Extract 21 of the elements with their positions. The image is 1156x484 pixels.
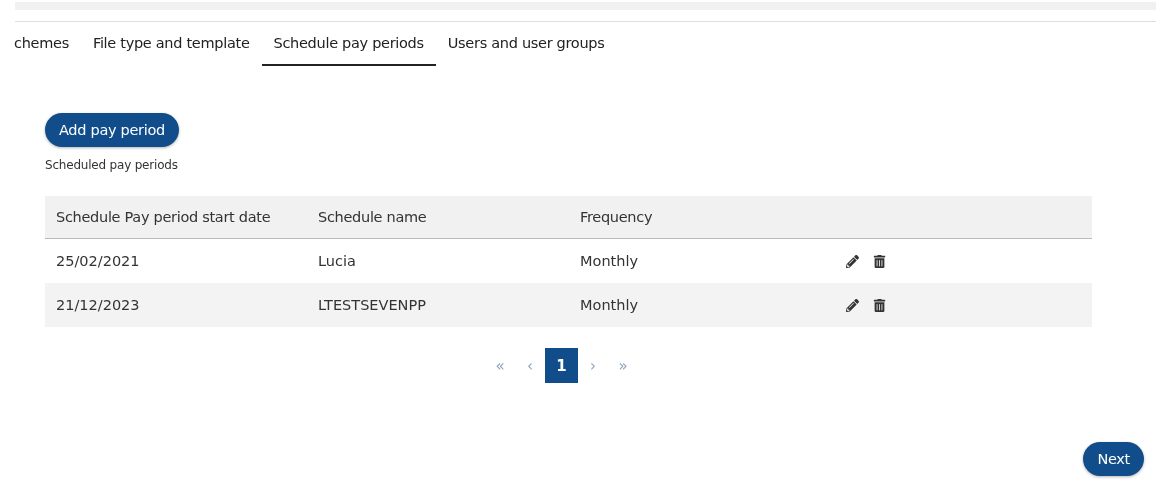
column-header: Frequency	[569, 196, 846, 239]
column-header: Schedule Pay period start date	[45, 196, 307, 239]
table-cell: Lucia	[307, 238, 569, 283]
table-cell: 21/12/2023	[45, 283, 307, 327]
add-pay-period-button[interactable]: Add pay period	[45, 113, 179, 147]
page-number[interactable]: 1	[545, 348, 578, 383]
table-cell: 25/02/2021	[45, 238, 307, 283]
tab[interactable]: File type and template	[80, 32, 262, 66]
table-cell: LTESTSEVENPP	[307, 283, 569, 327]
next-button[interactable]: Next	[1083, 442, 1144, 476]
tab[interactable]: Schedule pay periods	[261, 32, 436, 66]
delete-icon[interactable]	[873, 254, 886, 268]
tab[interactable]: chemes	[2, 32, 81, 66]
edit-icon[interactable]	[846, 298, 859, 312]
delete-icon[interactable]	[873, 298, 886, 312]
column-header: Schedule name	[307, 196, 569, 239]
table-caption: Scheduled pay periods	[45, 158, 179, 172]
table-cell: Monthly	[569, 238, 846, 283]
table-cell: Monthly	[569, 283, 846, 327]
tab[interactable]: Users and user groups	[435, 32, 617, 66]
edit-icon[interactable]	[846, 254, 859, 268]
